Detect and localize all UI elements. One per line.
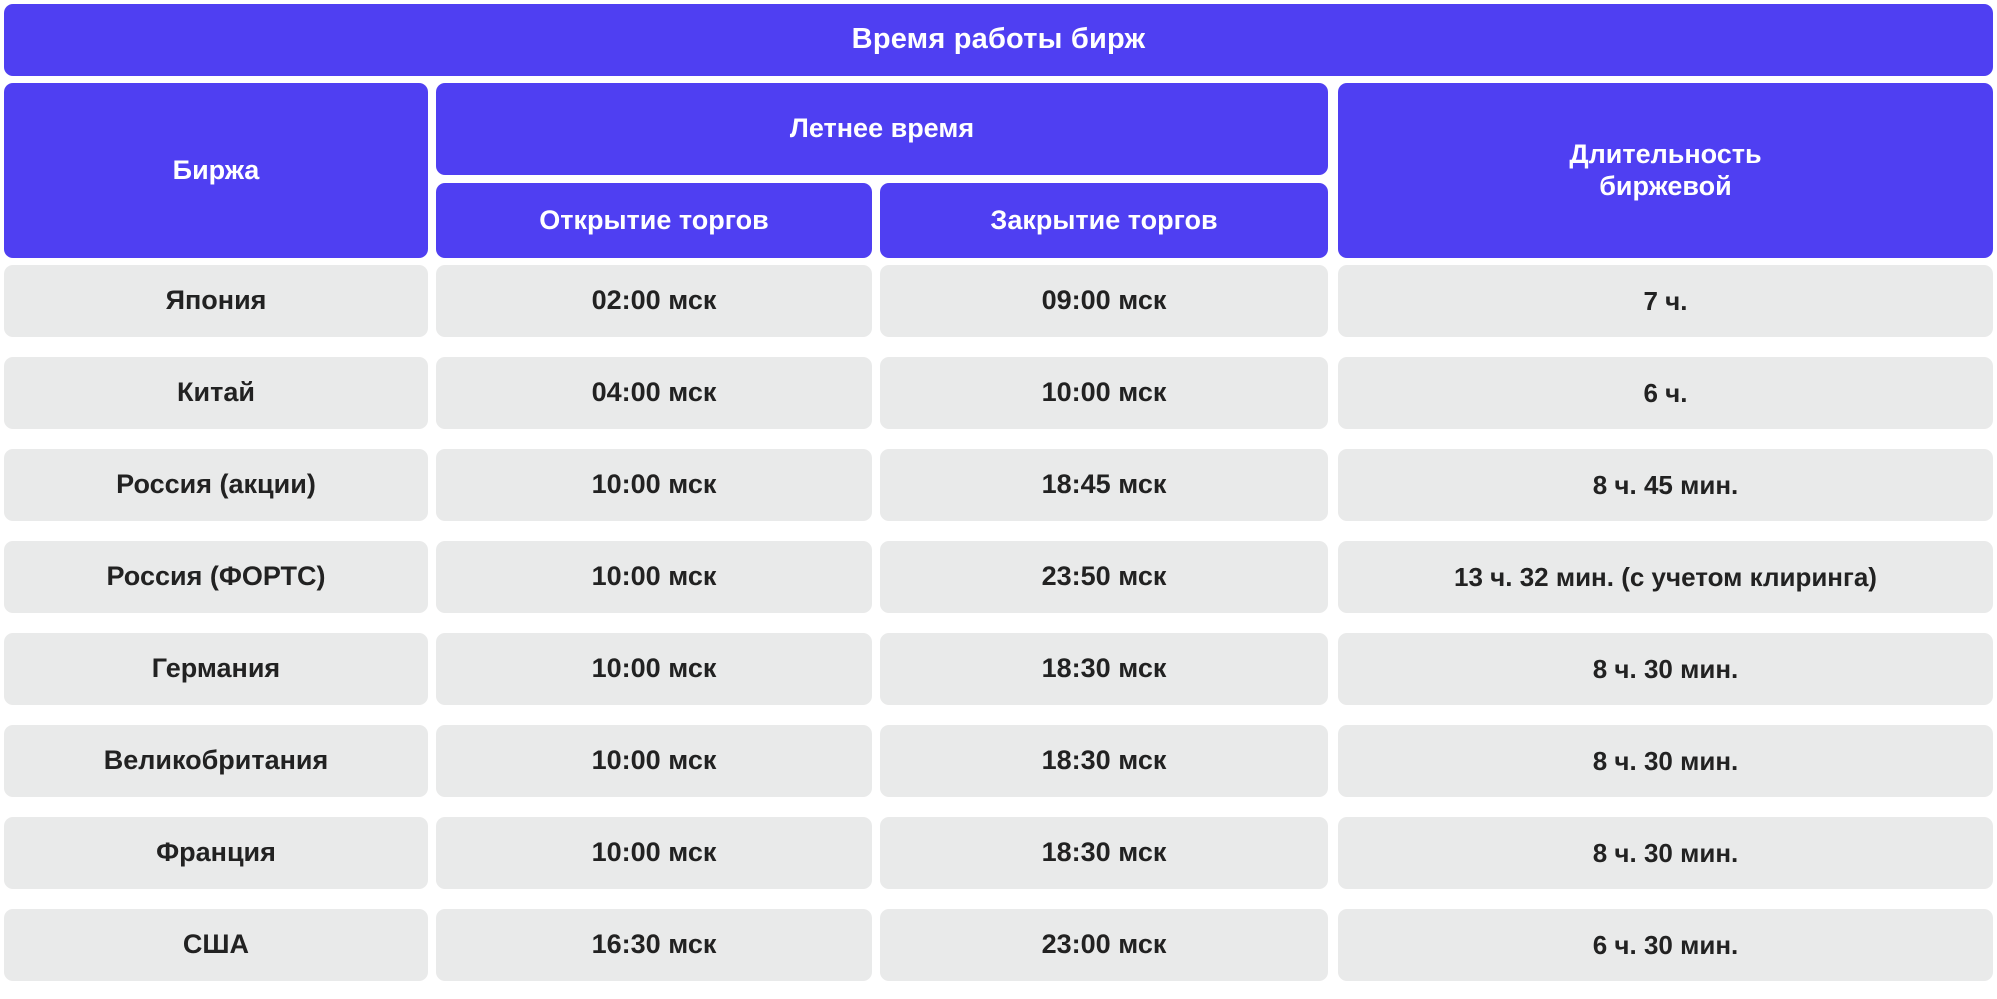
cell-open: 02:00 мск — [436, 265, 872, 337]
cell-open: 10:00 мск — [436, 541, 872, 613]
cell-close: 23:50 мск — [880, 541, 1328, 613]
cell-duration: 6 ч. 30 мин. — [1338, 909, 1993, 981]
cell-duration: 8 ч. 45 мин. — [1338, 449, 1993, 521]
cell-duration: 8 ч. 30 мин. — [1338, 725, 1993, 797]
cell-close: 18:30 мск — [880, 725, 1328, 797]
cell-open: 10:00 мск — [436, 817, 872, 889]
cell-close: 09:00 мск — [880, 265, 1328, 337]
cell-exchange: Франция — [4, 817, 428, 889]
cell-duration: 8 ч. 30 мин. — [1338, 817, 1993, 889]
column-header-exchange: Биржа — [4, 83, 428, 258]
exchange-hours-table: Время работы бирж Биржа Летнее время Отк… — [0, 0, 1997, 999]
cell-close: 18:45 мск — [880, 449, 1328, 521]
cell-duration: 8 ч. 30 мин. — [1338, 633, 1993, 705]
cell-close: 18:30 мск — [880, 633, 1328, 705]
cell-open: 10:00 мск — [436, 449, 872, 521]
cell-open: 04:00 мск — [436, 357, 872, 429]
cell-open: 10:00 мск — [436, 725, 872, 797]
cell-exchange: Япония — [4, 265, 428, 337]
cell-exchange: США — [4, 909, 428, 981]
column-header-close: Закрытие торгов — [880, 183, 1328, 258]
cell-exchange: Германия — [4, 633, 428, 705]
column-header-duration: Длительность биржевой — [1338, 83, 1993, 258]
cell-open: 16:30 мск — [436, 909, 872, 981]
cell-exchange: Россия (акции) — [4, 449, 428, 521]
cell-close: 18:30 мск — [880, 817, 1328, 889]
cell-exchange: Россия (ФОРТС) — [4, 541, 428, 613]
column-group-header-summer-time: Летнее время — [436, 83, 1328, 175]
cell-exchange: Великобритания — [4, 725, 428, 797]
cell-open: 10:00 мск — [436, 633, 872, 705]
cell-duration: 6 ч. — [1338, 357, 1993, 429]
cell-exchange: Китай — [4, 357, 428, 429]
cell-close: 10:00 мск — [880, 357, 1328, 429]
cell-duration: 13 ч. 32 мин. (с учетом клиринга) — [1338, 541, 1993, 613]
cell-duration: 7 ч. — [1338, 265, 1993, 337]
cell-close: 23:00 мск — [880, 909, 1328, 981]
table-title: Время работы бирж — [4, 4, 1993, 76]
column-header-open: Открытие торгов — [436, 183, 872, 258]
